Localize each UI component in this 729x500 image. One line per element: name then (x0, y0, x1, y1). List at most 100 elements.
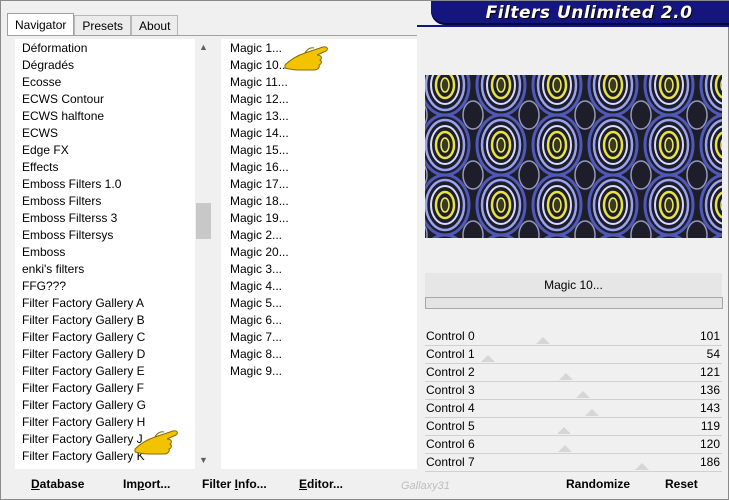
control-row: Control 6 120 (425, 436, 722, 454)
control-label: Control 2 (426, 365, 475, 379)
filter-item[interactable]: Magic 10... (230, 57, 289, 74)
filter-item[interactable]: Magic 18... (230, 193, 289, 210)
tab-presets[interactable]: Presets (74, 15, 132, 36)
control-value: 186 (699, 455, 720, 469)
category-item[interactable]: Emboss Filterss 3 (22, 210, 117, 227)
database-button[interactable]: Database (31, 477, 84, 491)
filter-item[interactable]: Magic 7... (230, 329, 282, 346)
filter-item[interactable]: Magic 4... (230, 278, 282, 295)
control-label: Control 5 (426, 419, 475, 433)
category-item[interactable]: FFG??? (22, 278, 66, 295)
category-item[interactable]: Effects (22, 159, 58, 176)
tab-underline (7, 35, 417, 36)
category-item[interactable]: Edge FX (22, 142, 69, 159)
category-item[interactable]: Filter Factory Gallery C (22, 329, 145, 346)
category-item[interactable]: Emboss Filters 1.0 (22, 176, 121, 193)
tab-navigator[interactable]: Navigator (7, 13, 75, 36)
control-row: Control 3 136 (425, 382, 722, 400)
filter-item[interactable]: Magic 2... (230, 227, 282, 244)
filter-item[interactable]: Magic 9... (230, 363, 282, 380)
category-item[interactable]: Emboss (22, 244, 65, 261)
filter-info-button[interactable]: Filter Info... (202, 477, 267, 491)
category-item[interactable]: Emboss Filtersys (22, 227, 113, 244)
category-item[interactable]: Filter Factory Gallery E (22, 363, 145, 380)
control-label: Control 6 (426, 437, 475, 451)
category-item[interactable]: Filter Factory Gallery B (22, 312, 145, 329)
reset-button[interactable]: Reset (665, 477, 698, 491)
preview-pattern (425, 75, 722, 238)
filter-item[interactable]: Magic 8... (230, 346, 282, 363)
category-item[interactable]: ECWS halftone (22, 108, 104, 125)
category-item[interactable]: ECWS (22, 125, 58, 142)
scrollbar-thumb[interactable] (196, 203, 211, 239)
control-slider-thumb[interactable] (557, 445, 572, 452)
filter-item[interactable]: Magic 13... (230, 108, 289, 125)
category-item[interactable]: Filter Factory Gallery H (22, 414, 145, 431)
filter-item[interactable]: Magic 6... (230, 312, 282, 329)
tab-bar: Navigator Presets About (7, 13, 179, 36)
control-row: Control 5 119 (425, 418, 722, 436)
control-slider-thumb[interactable] (480, 355, 495, 362)
control-row: Control 4 143 (425, 400, 722, 418)
category-item[interactable]: Déformation (22, 40, 87, 57)
control-label: Control 3 (426, 383, 475, 397)
category-list[interactable]: Déformation Dégradés Ecosse ECWS Contour ECW… (15, 39, 195, 469)
category-item[interactable]: Filter Factory Gallery A (22, 295, 144, 312)
progress-bar (425, 297, 723, 309)
control-label: Control 4 (426, 401, 475, 415)
filter-item[interactable]: Magic 14... (230, 125, 289, 142)
control-value: 143 (699, 401, 720, 415)
pointing-hand-icon (134, 430, 178, 455)
filter-item[interactable]: Magic 1... (230, 40, 282, 57)
editor-button[interactable]: Editor... (299, 477, 343, 491)
filter-item[interactable]: Magic 12... (230, 91, 289, 108)
filter-item[interactable]: Magic 11... (230, 74, 288, 91)
category-item[interactable]: Filter Factory Gallery K (22, 448, 145, 465)
control-slider-thumb[interactable] (556, 427, 571, 434)
control-row: Control 1 54 (425, 346, 722, 364)
control-slider-thumb[interactable] (584, 409, 599, 416)
control-row: Control 2 121 (425, 364, 722, 382)
category-item[interactable]: Filter Factory Gallery G (22, 397, 146, 414)
category-scrollbar[interactable]: ▲ ▼ (195, 39, 212, 469)
filter-preview (425, 75, 722, 238)
control-value: 121 (699, 365, 720, 379)
scroll-up-icon[interactable]: ▲ (195, 39, 212, 56)
category-item[interactable]: ECWS Contour (22, 91, 104, 108)
pointing-hand-icon (284, 46, 328, 71)
control-slider-thumb[interactable] (559, 373, 574, 380)
category-item[interactable]: Ecosse (22, 74, 61, 91)
app-title: Filters Unlimited 2.0 (485, 3, 693, 23)
control-value: 120 (699, 437, 720, 451)
filter-item[interactable]: Magic 5... (230, 295, 282, 312)
button-bar: Database Import... Filter Info... Editor… (15, 473, 723, 497)
category-item[interactable]: Filter Factory Gallery F (22, 380, 144, 397)
control-label: Control 0 (426, 329, 475, 343)
filter-item[interactable]: Magic 19... (230, 210, 289, 227)
control-slider-thumb[interactable] (576, 391, 591, 398)
tab-about[interactable]: About (131, 15, 179, 36)
scroll-down-icon[interactable]: ▼ (195, 452, 212, 469)
category-item[interactable]: Filter Factory Gallery J (22, 431, 143, 448)
category-item[interactable]: Filter Factory Gallery D (22, 346, 145, 363)
filter-list[interactable]: Magic 1... Magic 10... Magic 11... Magic 12… (221, 39, 417, 469)
control-label: Control 7 (426, 455, 475, 469)
category-item[interactable]: enki's filters (22, 261, 84, 278)
control-slider-thumb[interactable] (535, 337, 550, 344)
import-button[interactable]: Import... (123, 477, 170, 491)
category-item[interactable]: Emboss Filters (22, 193, 101, 210)
category-item[interactable]: Dégradés (22, 57, 74, 74)
filter-item[interactable]: Magic 20... (230, 244, 289, 261)
banner-divider (417, 25, 729, 27)
control-value: 136 (699, 383, 720, 397)
control-slider-thumb[interactable] (634, 463, 649, 470)
filter-item[interactable]: Magic 15... (230, 142, 289, 159)
control-slider-track[interactable] (425, 471, 722, 472)
filter-item[interactable]: Magic 16... (230, 159, 289, 176)
control-row: Control 0 101 (425, 328, 722, 346)
filter-item[interactable]: Magic 3... (230, 261, 282, 278)
filter-item[interactable]: Magic 17... (230, 176, 289, 193)
control-value: 101 (699, 329, 720, 343)
randomize-button[interactable]: Randomize (566, 477, 630, 491)
title-banner: Filters Unlimited 2.0 (431, 1, 729, 25)
